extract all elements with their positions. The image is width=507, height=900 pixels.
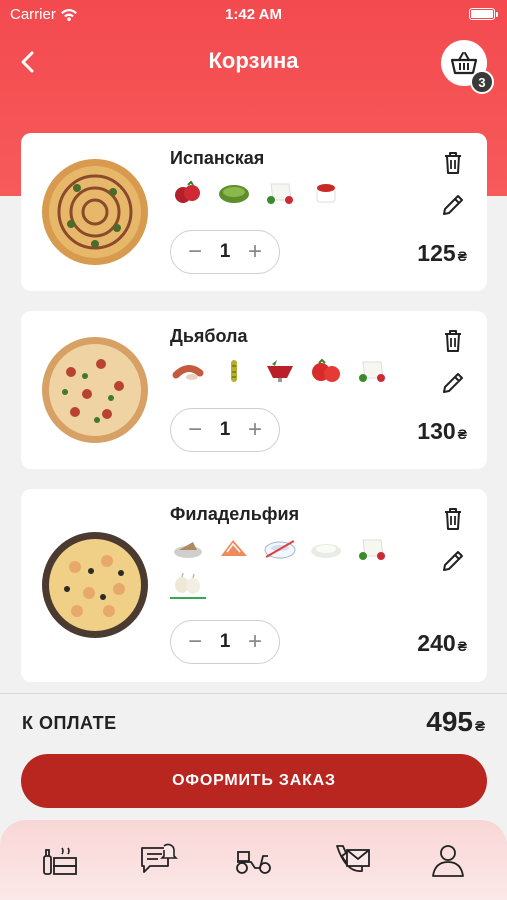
- total-label: К ОПЛАТЕ: [22, 713, 117, 733]
- item-name: Испанская: [170, 148, 265, 168]
- pizza-image: [42, 532, 148, 638]
- quantity-stepper: − 1 +: [170, 620, 280, 664]
- menu-icon[interactable]: [40, 840, 80, 880]
- trash-icon[interactable]: [439, 505, 467, 533]
- salmon-icon[interactable]: [216, 535, 252, 563]
- checkout-button[interactable]: ОФОРМИТЬ ЗАКАЗ: [21, 754, 487, 808]
- quantity-stepper: − 1 +: [170, 408, 280, 452]
- currency-symbol: ₴: [457, 638, 467, 654]
- price-value: 125: [417, 240, 456, 266]
- quantity-value: 1: [219, 631, 231, 652]
- trash-icon[interactable]: [439, 149, 467, 177]
- increase-button[interactable]: +: [245, 240, 265, 264]
- decrease-button[interactable]: −: [185, 630, 205, 654]
- call-icon[interactable]: [331, 840, 371, 880]
- page-title: Корзина: [208, 48, 299, 73]
- mozzarella-icon[interactable]: [354, 535, 390, 563]
- trash-icon[interactable]: [439, 327, 467, 355]
- basket-icon: [450, 52, 478, 75]
- pesto-icon[interactable]: [216, 179, 252, 207]
- status-time: 1:42 AM: [225, 6, 282, 23]
- increase-button[interactable]: +: [245, 418, 265, 442]
- total-amount: 495 ₴: [426, 706, 485, 738]
- cream-cheese-icon[interactable]: [262, 535, 298, 563]
- tab-bar: [0, 820, 507, 900]
- increase-button[interactable]: +: [245, 630, 265, 654]
- item-name: Дьябола: [170, 326, 248, 346]
- pizza-image: [42, 337, 148, 443]
- cart-item-card: Филадельфия − 1 + 240 ₴: [21, 489, 487, 682]
- decrease-button[interactable]: −: [185, 240, 205, 264]
- decrease-button[interactable]: −: [185, 418, 205, 442]
- currency-symbol: ₴: [457, 248, 467, 264]
- ingredient-list: [170, 535, 390, 599]
- navigation-bar: Корзина 3: [0, 40, 507, 94]
- mozzarella-icon[interactable]: [262, 179, 298, 207]
- ingredient-list: [170, 357, 390, 385]
- mozzarella-icon[interactable]: [354, 357, 390, 385]
- quantity-value: 1: [219, 419, 231, 440]
- battery-icon: [469, 8, 498, 20]
- quantity-stepper: − 1 +: [170, 230, 280, 274]
- pizza-image: [42, 159, 148, 265]
- tuna-icon[interactable]: [170, 535, 206, 563]
- item-price: 130 ₴: [417, 418, 467, 445]
- currency-symbol: ₴: [474, 718, 485, 735]
- sauce-icon[interactable]: [308, 179, 344, 207]
- edit-icon[interactable]: [439, 547, 467, 575]
- chat-icon[interactable]: [138, 840, 178, 880]
- pickled-pepper-icon[interactable]: [216, 357, 252, 385]
- ingredient-list: [170, 179, 390, 207]
- sausage-icon[interactable]: [170, 357, 206, 385]
- status-bar: Carrier 1:42 AM: [0, 0, 507, 28]
- item-name: Филадельфия: [170, 504, 300, 524]
- cream-sauce-icon[interactable]: [308, 535, 344, 563]
- tomato-icon[interactable]: [170, 179, 206, 207]
- total-value: 495: [426, 706, 473, 737]
- tomato-icon[interactable]: [308, 357, 344, 385]
- tomato-sauce-icon[interactable]: [262, 357, 298, 385]
- divider: [0, 693, 507, 694]
- garlic-icon[interactable]: [170, 571, 206, 599]
- price-value: 130: [417, 418, 456, 444]
- edit-icon[interactable]: [439, 369, 467, 397]
- quantity-value: 1: [219, 241, 231, 262]
- item-price: 125 ₴: [417, 240, 467, 267]
- cart-item-card: Испанская − 1 + 125 ₴: [21, 133, 487, 291]
- edit-icon[interactable]: [439, 191, 467, 219]
- cart-count-badge: 3: [470, 70, 494, 94]
- cart-item-card: Дьябола − 1 + 130 ₴: [21, 311, 487, 469]
- currency-symbol: ₴: [457, 426, 467, 442]
- item-price: 240 ₴: [417, 630, 467, 657]
- price-value: 240: [417, 630, 456, 656]
- delivery-icon[interactable]: [233, 840, 273, 880]
- profile-icon[interactable]: [428, 840, 468, 880]
